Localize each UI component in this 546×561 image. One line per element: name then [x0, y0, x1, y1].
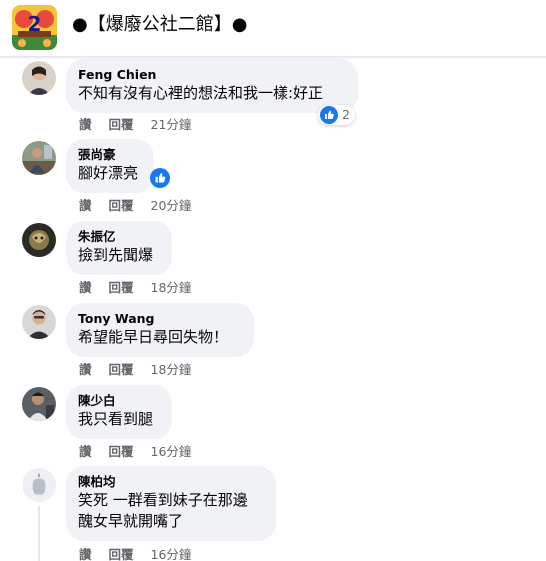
comment-bubble: Tony Wang 希望能早日尋回失物！	[66, 303, 254, 357]
comment-text-line-1: 笑死 一群看到妹子在那邊	[78, 491, 248, 509]
comment-bubble: 張尚豪 腳好漂亮	[66, 139, 154, 193]
comment-time[interactable]: 18分鐘	[151, 362, 192, 378]
like-link[interactable]: 讚	[79, 362, 92, 378]
comment-time[interactable]: 21分鐘	[151, 117, 192, 133]
like-link[interactable]: 讚	[79, 198, 92, 214]
comment-time[interactable]: 20分鐘	[151, 198, 192, 214]
reaction-count: 2	[342, 107, 350, 122]
comment-text-line-2: 醜女早就開嘴了	[78, 512, 184, 530]
comment-actions: 讚 回覆 16分鐘	[79, 547, 191, 561]
avatar[interactable]	[22, 468, 56, 502]
avatar[interactable]	[22, 305, 56, 339]
comment-time[interactable]: 18分鐘	[151, 280, 192, 296]
comment-author[interactable]: 陳少白	[78, 393, 160, 409]
comment-actions: 讚 回覆 18分鐘	[79, 362, 191, 378]
group-name[interactable]: ●【爆廢公社二館】●	[72, 13, 247, 37]
comment-time[interactable]: 16分鐘	[151, 547, 192, 561]
like-link[interactable]: 讚	[79, 547, 92, 561]
comment-actions: 讚 回覆 16分鐘	[79, 444, 191, 460]
comment-author[interactable]: Tony Wang	[78, 311, 242, 327]
reaction-badge[interactable]: 2	[318, 105, 355, 125]
avatar[interactable]	[22, 387, 56, 421]
reply-link[interactable]: 回覆	[109, 547, 134, 561]
comment-bubble: 陳柏均 笑死 一群看到妹子在那邊 醜女早就開嘴了	[66, 466, 276, 541]
comment-text: 腳好漂亮	[78, 164, 139, 182]
avatar[interactable]	[22, 223, 56, 257]
reply-link[interactable]: 回覆	[109, 198, 134, 214]
like-icon	[320, 106, 338, 124]
reply-link[interactable]: 回覆	[109, 362, 134, 378]
comment-text: 我只看到腿	[78, 410, 154, 428]
reply-link[interactable]: 回覆	[109, 280, 134, 296]
comment-actions: 讚 回覆 21分鐘	[79, 117, 191, 133]
thread-line	[38, 506, 40, 561]
like-link[interactable]: 讚	[79, 444, 92, 460]
comment-actions: 讚 回覆 18分鐘	[79, 280, 191, 296]
group-header: 2 ●【爆廢公社二館】●	[0, 0, 546, 57]
comment-text: 撿到先聞爆	[78, 246, 154, 264]
comment-author[interactable]: 朱振亿	[78, 229, 160, 245]
comment-bubble: Feng Chien 不知有沒有心裡的想法和我一樣:好正	[66, 59, 358, 113]
like-link[interactable]: 讚	[79, 280, 92, 296]
like-icon[interactable]	[150, 168, 170, 188]
comment-bubble: 陳少白 我只看到腿	[66, 385, 172, 439]
comment-text: 不知有沒有心裡的想法和我一樣:好正	[78, 84, 324, 102]
reply-link[interactable]: 回覆	[109, 117, 134, 133]
reply-link[interactable]: 回覆	[109, 444, 134, 460]
comment-author[interactable]: Feng Chien	[78, 67, 346, 83]
comment-actions: 讚 回覆 20分鐘	[79, 198, 191, 214]
comment-time[interactable]: 16分鐘	[151, 444, 192, 460]
comment-text: 希望能早日尋回失物！	[78, 328, 229, 346]
group-avatar-number: 2	[28, 12, 42, 36]
comment-bubble: 朱振亿 撿到先聞爆	[66, 221, 172, 275]
comment-author[interactable]: 陳柏均	[78, 474, 264, 490]
avatar[interactable]	[22, 61, 56, 95]
avatar[interactable]	[22, 141, 56, 175]
comment-author[interactable]: 張尚豪	[78, 147, 142, 163]
like-link[interactable]: 讚	[79, 117, 92, 133]
group-avatar[interactable]: 2	[12, 5, 57, 50]
